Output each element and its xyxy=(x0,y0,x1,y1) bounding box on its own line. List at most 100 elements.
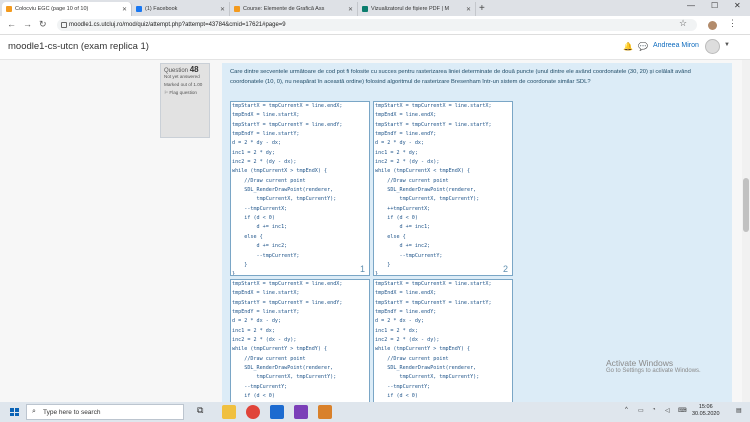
bookmark-star-icon[interactable]: ☆ xyxy=(679,18,687,29)
code-line: --tmpCurrentY; xyxy=(232,252,300,259)
code-line: } xyxy=(232,261,248,268)
close-window-icon[interactable]: ✕ xyxy=(734,1,741,10)
task-view-icon[interactable]: ⧉ xyxy=(197,405,211,419)
code-line: if (d < 0) xyxy=(375,215,418,222)
code-line: while (tmpCurrentX > tmpEndX) { xyxy=(232,168,328,175)
new-tab-button[interactable]: + xyxy=(479,3,485,14)
code-block: tmpStartX = tmpCurrentX = line.endX; tmpE… xyxy=(231,102,369,276)
edge-icon[interactable] xyxy=(270,405,284,419)
code-line: } xyxy=(375,271,379,276)
code-line: } xyxy=(375,261,391,268)
option-number: 2 xyxy=(502,264,508,274)
moodle-navbar: moodle1-cs-utcn (exam replica 1) 🔔 💬 And… xyxy=(0,35,750,60)
tab-label: Vizualizatorul de fișiere PDF | M xyxy=(371,6,450,12)
language-icon[interactable]: ⌨ xyxy=(678,407,687,414)
chrome-icon[interactable] xyxy=(246,405,260,419)
watermark-subtitle: Go to Settings to activate Windows. xyxy=(606,368,701,374)
search-icon: ⌕ xyxy=(32,408,36,415)
code-line: //Draw current point xyxy=(375,177,449,184)
reload-icon[interactable]: ↻ xyxy=(39,19,47,30)
code-line: tmpEndX = line.startX; xyxy=(232,290,300,297)
user-avatar[interactable] xyxy=(705,39,720,54)
question-status: Not yet answered xyxy=(164,74,200,79)
code-line: tmpStartX = tmpCurrentX = line.startX; xyxy=(375,281,492,287)
code-line: d += inc2; xyxy=(375,243,431,250)
code-line: SDL_RenderDrawPoint(renderer, xyxy=(375,187,477,194)
code-line: tmpCurrentX, tmpCurrentY); xyxy=(375,196,480,203)
flag-question-link[interactable]: ⚐ Flag question xyxy=(164,90,206,96)
question-stem: Care dintre secventele următoare de cod … xyxy=(230,69,691,85)
tab-label: Colocviu EGC (page 10 of 10) xyxy=(15,6,89,12)
messages-icon[interactable]: 💬 xyxy=(638,42,648,51)
tab-pdf-viewer[interactable]: Vizualizatorul de fișiere PDF | M ✕ xyxy=(358,2,476,16)
code-line: SDL_RenderDrawPoint(renderer, xyxy=(232,365,334,372)
code-option-1[interactable]: tmpStartX = tmpCurrentX = line.endX; tmpE… xyxy=(230,101,370,276)
visual-studio-icon[interactable] xyxy=(294,405,308,419)
question-text-box: Care dintre secventele următoare de cod … xyxy=(222,63,732,402)
site-name[interactable]: moodle1-cs-utcn (exam replica 1) xyxy=(8,41,149,52)
code-line: inc2 = 2 * (dy - dx); xyxy=(375,159,440,166)
code-line: while (tmpCurrentX < tmpEndX) { xyxy=(375,168,471,175)
maximize-icon[interactable]: ☐ xyxy=(711,1,718,10)
lock-icon xyxy=(61,22,67,28)
forward-arrow-icon[interactable]: → xyxy=(23,19,32,29)
chevron-down-icon[interactable]: ▼ xyxy=(724,42,730,48)
activate-windows-watermark: Activate Windows Go to Settings to activ… xyxy=(606,358,701,374)
code-line: if (d < 0) xyxy=(375,393,418,400)
notification-center-icon[interactable]: ▤ xyxy=(736,407,742,414)
code-line: tmpStartX = tmpCurrentX = line.endX; xyxy=(232,103,343,109)
code-option-3[interactable]: tmpStartX = tmpCurrentX = line.endX; tmpE… xyxy=(230,279,370,402)
code-line: d = 2 * dx - dy; xyxy=(375,318,425,325)
minimize-icon[interactable]: — xyxy=(687,1,695,10)
user-name[interactable]: Andreea Miron xyxy=(653,42,699,49)
code-line: else { xyxy=(375,233,406,240)
volume-icon[interactable]: ◁ xyxy=(665,407,670,414)
code-line: tmpStartY = tmpCurrentY = line.endY; xyxy=(232,121,343,128)
office-app-icon[interactable] xyxy=(318,405,332,419)
system-clock[interactable]: 15:06 30.05.2020 xyxy=(692,404,720,418)
tab-facebook[interactable]: (1) Facebook ✕ xyxy=(132,2,230,16)
code-line: tmpEndY = line.endY; xyxy=(375,309,437,316)
address-bar[interactable]: moodle1.cs.utcluj.ro/mod/quiz/attempt.ph… xyxy=(57,19,697,31)
tray-chevron-icon[interactable]: ^ xyxy=(625,407,628,413)
code-line: } xyxy=(232,271,236,276)
code-block: tmpStartX = tmpCurrentX = line.startX; tm… xyxy=(374,102,512,276)
code-line: inc1 = 2 * dx; xyxy=(375,327,418,334)
tab-course[interactable]: Course: Elemente de Grafică Ass ✕ xyxy=(230,2,358,16)
tab-label: (1) Facebook xyxy=(145,6,178,12)
close-tab-icon[interactable]: ✕ xyxy=(466,6,471,13)
scrollbar-thumb[interactable] xyxy=(743,178,749,232)
code-line: tmpEndX = line.endX; xyxy=(375,290,437,297)
code-line: while (tmpCurrentY > tmpEndY) { xyxy=(375,346,471,353)
code-line: if (d < 0) xyxy=(232,215,275,222)
windows-start-icon[interactable] xyxy=(10,408,19,416)
notifications-bell-icon[interactable]: 🔔 xyxy=(623,42,633,51)
tab-colocviu[interactable]: Colocviu EGC (page 10 of 10) ✕ xyxy=(2,2,132,16)
code-line: --tmpCurrentY; xyxy=(375,383,431,390)
back-arrow-icon[interactable]: ← xyxy=(7,19,16,29)
code-line: tmpEndX = line.endX; xyxy=(375,112,437,119)
wifi-icon[interactable]: ◔ xyxy=(652,407,656,413)
code-line: tmpStartX = tmpCurrentX = line.startX; xyxy=(375,103,492,109)
code-line: tmpCurrentX, tmpCurrentY); xyxy=(232,196,337,203)
code-line: inc2 = 2 * (dx - dy); xyxy=(232,337,297,344)
code-line: tmpCurrentX, tmpCurrentY); xyxy=(232,374,337,381)
code-line: d += inc1; xyxy=(232,224,288,231)
code-option-2[interactable]: tmpStartX = tmpCurrentX = line.startX; tm… xyxy=(373,101,513,276)
close-tab-icon[interactable]: ✕ xyxy=(348,6,353,13)
browser-toolbar: ← → ↻ moodle1.cs.utcluj.ro/mod/quiz/atte… xyxy=(0,16,750,35)
code-option-4[interactable]: tmpStartX = tmpCurrentX = line.startX; tm… xyxy=(373,279,513,402)
taskbar-search-input[interactable]: ⌕ Type here to search xyxy=(26,404,184,420)
browser-menu-icon[interactable]: ⋮ xyxy=(728,18,737,29)
profile-avatar[interactable] xyxy=(708,21,717,30)
code-line: d = 2 * dy - dx; xyxy=(232,140,282,147)
close-tab-icon[interactable]: ✕ xyxy=(122,6,127,13)
code-block: tmpStartX = tmpCurrentX = line.startX; tm… xyxy=(374,280,512,402)
file-explorer-icon[interactable] xyxy=(222,405,236,419)
close-tab-icon[interactable]: ✕ xyxy=(220,6,225,13)
network-icon[interactable]: ▭ xyxy=(638,407,644,414)
code-line: ++tmpCurrentX; xyxy=(375,205,431,212)
question-marks: Marked out of 1.00 xyxy=(164,82,203,87)
option-number: 1 xyxy=(359,264,365,274)
page-scrollbar[interactable] xyxy=(742,60,750,402)
